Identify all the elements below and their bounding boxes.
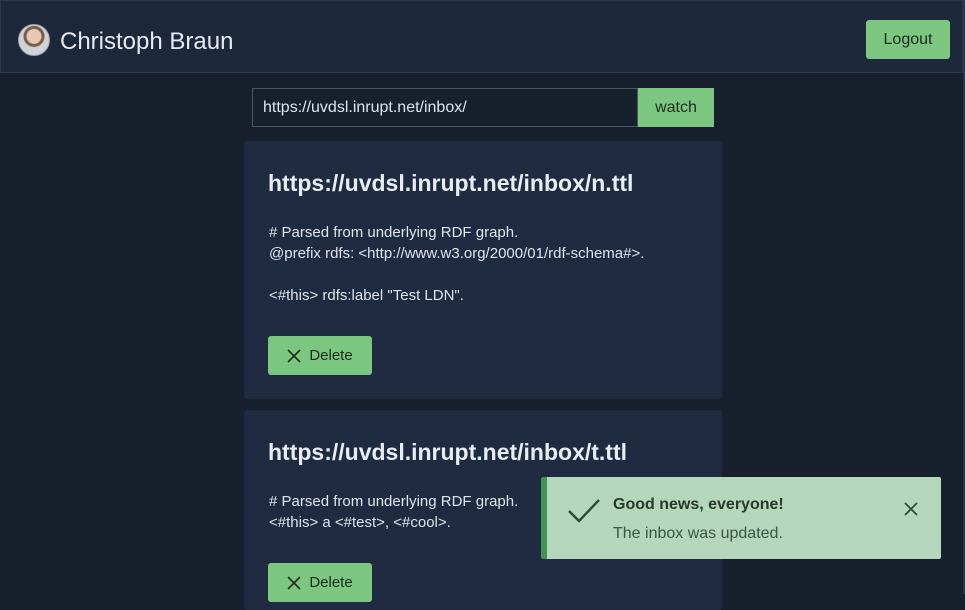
toast-message: The inbox was updated. xyxy=(613,525,783,542)
resource-content: # Parsed from underlying RDF graph. @pre… xyxy=(269,224,645,304)
inbox-url-input[interactable] xyxy=(252,88,638,127)
check-icon xyxy=(568,499,600,523)
delete-label: Delete xyxy=(309,574,353,591)
success-toast: Good news, everyone! The inbox was updat… xyxy=(541,477,941,559)
delete-button[interactable]: Delete xyxy=(268,563,372,602)
user-name: Christoph Braun xyxy=(60,28,234,55)
resource-content: # Parsed from underlying RDF graph. <#th… xyxy=(269,493,519,531)
close-icon xyxy=(287,575,301,590)
watch-bar: watch xyxy=(252,88,714,127)
avatar[interactable] xyxy=(18,24,50,56)
watch-button[interactable]: watch xyxy=(638,88,714,127)
resource-title: https://uvdsl.inrupt.net/inbox/t.ttl xyxy=(268,439,628,465)
resource-card: https://uvdsl.inrupt.net/inbox/n.ttl # P… xyxy=(244,141,722,399)
close-icon xyxy=(287,348,301,363)
resource-title: https://uvdsl.inrupt.net/inbox/n.ttl xyxy=(268,170,634,196)
app-header: Christoph Braun Logout xyxy=(0,0,963,73)
close-icon[interactable] xyxy=(903,501,919,517)
delete-button[interactable]: Delete xyxy=(268,336,372,375)
logout-button[interactable]: Logout xyxy=(866,20,950,59)
delete-label: Delete xyxy=(309,347,353,364)
toast-title: Good news, everyone! xyxy=(613,496,784,513)
